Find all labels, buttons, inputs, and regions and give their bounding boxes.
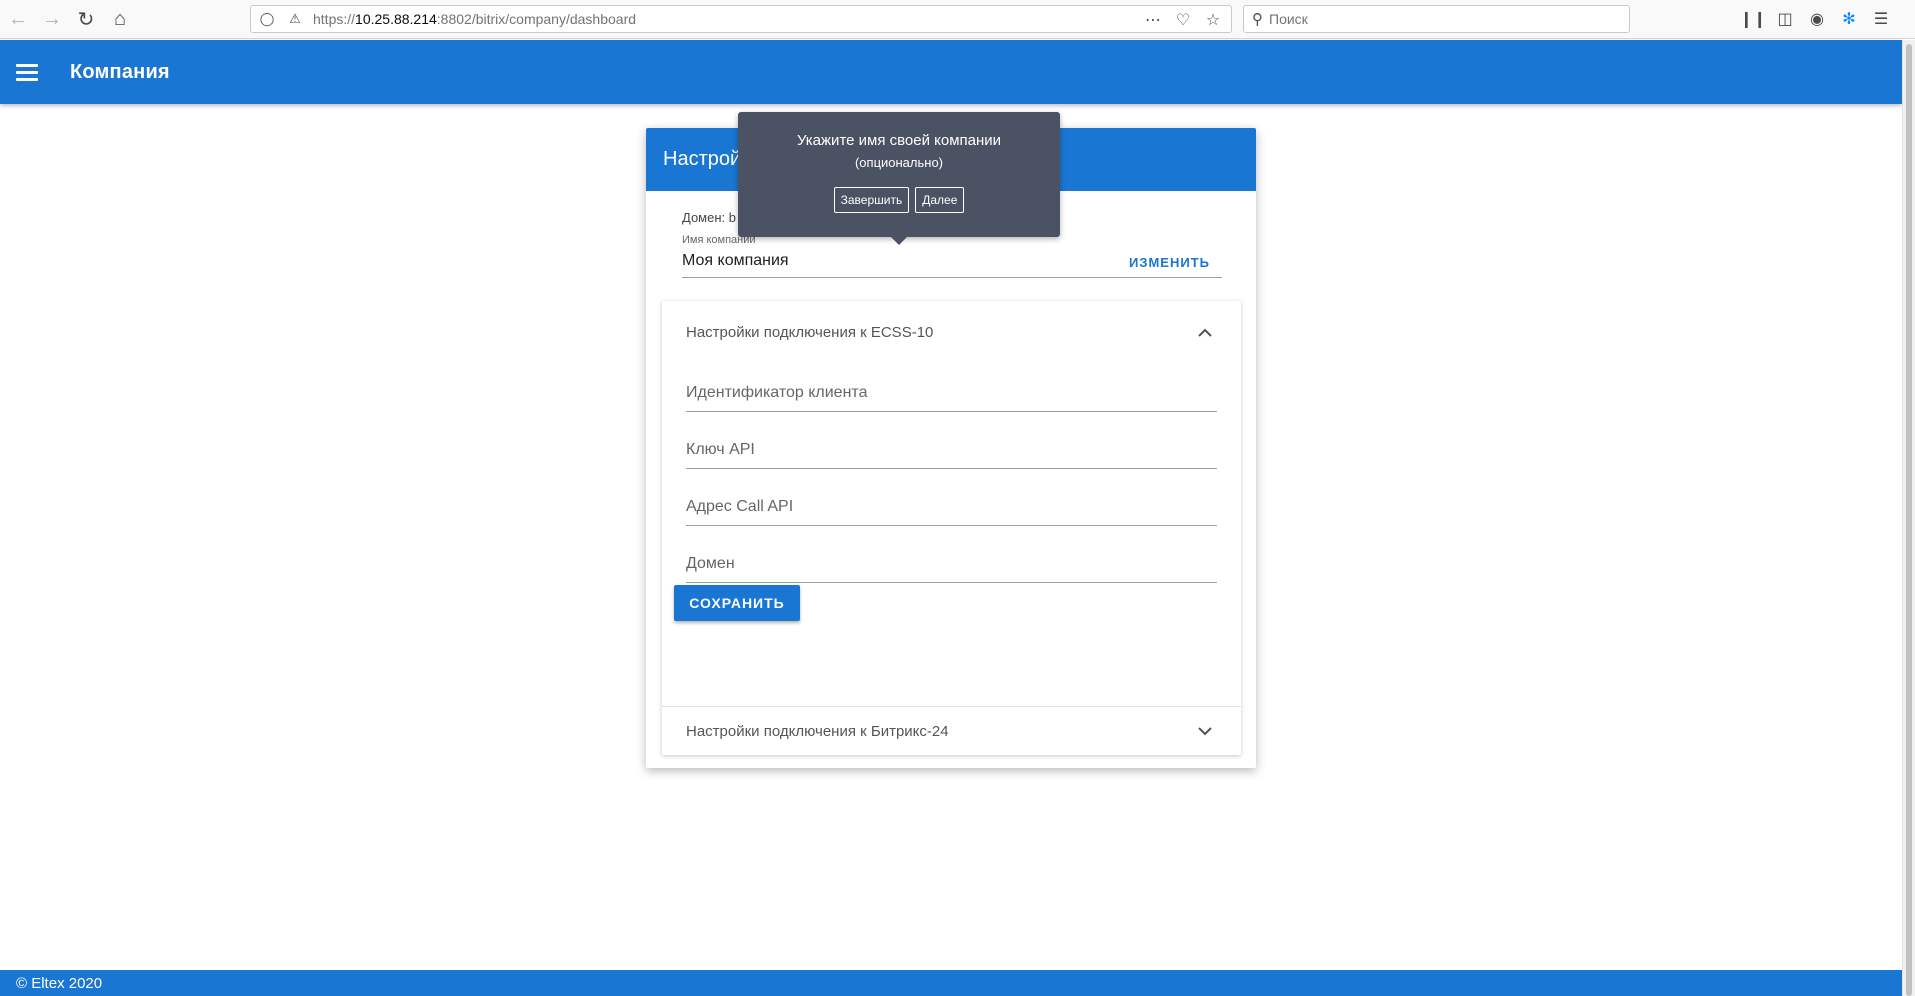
call-api-address-input[interactable]: Адрес Call API: [686, 492, 1217, 526]
finish-button[interactable]: Завершить: [833, 187, 910, 213]
panel-header-bitrix[interactable]: Настройки подключения к Битрикс-24: [662, 707, 1241, 755]
app-bar: Компания: [0, 40, 1902, 104]
url-host: 10.25.88.214: [355, 11, 437, 27]
api-key-input[interactable]: Ключ API: [686, 435, 1217, 469]
search-icon: ⚲: [1252, 11, 1263, 28]
next-button[interactable]: Далее: [915, 187, 965, 213]
company-name-value: Моя компания: [682, 252, 789, 269]
page-title: Компания: [70, 60, 170, 83]
scrollbar-thumb[interactable]: [1906, 44, 1912, 996]
home-icon[interactable]: ⌂: [104, 3, 136, 35]
tooltip-subtitle: (опционально): [854, 155, 944, 170]
library-icon[interactable]: ❙❙: [1740, 6, 1767, 32]
sidebar-icon[interactable]: ◫: [1772, 6, 1798, 32]
browser-menu-icon[interactable]: ☰: [1868, 6, 1894, 32]
bookmark-star-icon[interactable]: ☆: [1201, 8, 1225, 32]
chevron-down-icon[interactable]: [1193, 719, 1217, 743]
account-icon[interactable]: ◉: [1804, 6, 1830, 32]
domain-placeholder: Домен: [686, 555, 735, 572]
lock-warning-icon[interactable]: ⚠: [283, 7, 307, 31]
api-key-placeholder: Ключ API: [686, 441, 755, 458]
tooltip-title: Укажите имя своей компании: [796, 132, 1002, 149]
more-actions-icon[interactable]: ⋯: [1141, 8, 1165, 32]
shield-icon[interactable]: ◯: [255, 7, 279, 31]
back-icon[interactable]: ←: [2, 3, 34, 35]
extension-icon[interactable]: ✻: [1836, 6, 1862, 32]
panel-header-ecss[interactable]: Настройки подключения к ECSS-10: [662, 301, 1241, 364]
domain-input[interactable]: Домен: [686, 549, 1217, 583]
url-text[interactable]: https://10.25.88.214:8802/bitrix/company…: [313, 11, 636, 27]
chevron-up-icon[interactable]: [1193, 321, 1217, 345]
browser-toolbar: ← → ↻ ⌂ ◯ ⚠ https://10.25.88.214:8802/bi…: [0, 0, 1915, 39]
onboarding-tooltip: Укажите имя своей компании (опционально)…: [738, 112, 1060, 245]
change-button[interactable]: ИЗМЕНИТЬ: [1129, 255, 1210, 270]
pocket-icon[interactable]: ♡: [1171, 8, 1195, 32]
panel-title-bitrix: Настройки подключения к Битрикс-24: [686, 722, 949, 740]
tooltip-arrow: [891, 237, 907, 245]
panel-body-ecss: Идентификатор клиента Ключ API Адрес Cal…: [662, 364, 1241, 706]
url-bar[interactable]: ◯ ⚠ https://10.25.88.214:8802/bitrix/com…: [250, 5, 1232, 33]
hamburger-menu-icon[interactable]: [16, 63, 42, 81]
expansion-panels: Настройки подключения к ECSS-10 Идентифи…: [662, 301, 1241, 755]
company-name-field[interactable]: Моя компания ИЗМЕНИТЬ: [682, 250, 1222, 278]
client-id-input[interactable]: Идентификатор клиента: [686, 378, 1217, 412]
url-path: :8802/bitrix/company/dashboard: [436, 11, 637, 27]
call-api-address-placeholder: Адрес Call API: [686, 498, 794, 515]
copyright-text: © Eltex 2020: [16, 974, 103, 992]
save-button[interactable]: СОХРАНИТЬ: [674, 585, 800, 621]
footer: © Eltex 2020: [0, 970, 1902, 996]
search-input[interactable]: ⚲ Поиск: [1243, 5, 1630, 33]
url-prefix: https://: [313, 11, 356, 27]
domain-label: Домен: b: [682, 210, 736, 225]
scrollbar[interactable]: [1902, 40, 1915, 996]
forward-icon[interactable]: →: [36, 3, 68, 35]
search-placeholder: Поиск: [1269, 11, 1308, 27]
client-id-placeholder: Идентификатор клиента: [686, 384, 868, 401]
reload-icon[interactable]: ↻: [70, 3, 102, 35]
panel-title-ecss: Настройки подключения к ECSS-10: [686, 324, 934, 341]
